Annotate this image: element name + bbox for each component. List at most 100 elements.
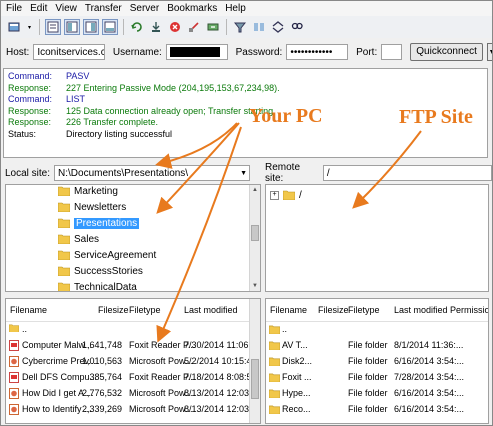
remote-site-path-input[interactable]: / <box>322 165 492 181</box>
column-filetype[interactable]: Filetype <box>348 305 380 315</box>
column-filename[interactable]: Filename <box>10 305 47 315</box>
scroll-up-icon[interactable]: ▲ <box>250 185 260 195</box>
table-row[interactable]: .. <box>266 322 488 337</box>
file-modified: 6/16/2014 3:54:... <box>394 356 465 366</box>
local-site-path: N:\Documents\Presentations\ <box>58 168 189 179</box>
file-name: Dell DFS Compu... <box>22 372 98 382</box>
file-name: .. <box>282 324 288 334</box>
scrollbar-thumb[interactable] <box>251 225 259 241</box>
tree-item-technicaldata[interactable]: TechnicalData <box>58 279 137 291</box>
menu-help[interactable]: Help <box>225 3 246 14</box>
local-site-path-input[interactable]: N:\Documents\Presentations\ ▼ <box>54 165 251 181</box>
folder-icon <box>58 234 70 244</box>
refresh-icon[interactable] <box>129 19 145 35</box>
toolbar-separator <box>123 19 124 35</box>
search-icon[interactable] <box>289 19 305 35</box>
folder-icon <box>268 405 281 415</box>
column-last-modified[interactable]: Last modified <box>184 305 238 315</box>
ppt-icon <box>9 388 19 399</box>
table-row[interactable]: .. <box>6 322 260 337</box>
menu-bookmarks[interactable]: Bookmarks <box>167 3 217 14</box>
expand-icon[interactable]: + <box>270 190 279 200</box>
menu-view[interactable]: View <box>55 3 77 14</box>
file-modified: 6/16/2014 3:54:... <box>394 388 465 398</box>
table-row[interactable]: Reco... File folder 6/16/2014 3:54:... <box>266 402 488 417</box>
menu-edit[interactable]: Edit <box>30 3 47 14</box>
column-last-modified[interactable]: Last modified <box>394 305 448 315</box>
column-filetype[interactable]: Filetype <box>129 305 161 315</box>
menu-server[interactable]: Server <box>130 3 159 14</box>
tree-item-successstories[interactable]: SuccessStories <box>58 263 143 279</box>
port-label: Port: <box>356 46 378 58</box>
site-manager-icon[interactable] <box>6 19 22 35</box>
tree-item-serviceagreement[interactable]: ServiceAgreement <box>58 247 156 263</box>
username-label: Username: <box>112 46 162 58</box>
redacted-username <box>169 47 220 57</box>
ppt-icon <box>9 404 19 415</box>
chevron-down-icon[interactable]: ▼ <box>486 43 492 61</box>
log-label: Response: <box>8 82 52 93</box>
remote-file-list: Filename Filesize Filetype Last modified… <box>265 298 489 424</box>
folder-icon <box>283 190 295 200</box>
column-filesize[interactable]: Filesize <box>318 305 349 315</box>
menu-file[interactable]: File <box>6 3 22 14</box>
process-queue-icon[interactable] <box>148 19 164 35</box>
compare-directories-icon[interactable] <box>251 19 267 35</box>
synchronized-browsing-icon[interactable] <box>270 19 286 35</box>
local-file-list-header: Filename Filesize Filetype Last modified <box>6 299 260 322</box>
column-filesize[interactable]: Filesize <box>98 305 129 315</box>
tree-item-marketing[interactable]: Marketing <box>58 185 118 199</box>
toggle-log-icon[interactable] <box>45 19 61 35</box>
table-row[interactable]: How Did I get A ... 2,776,532 Microsoft Po… <box>6 386 260 401</box>
local-file-list-scrollbar[interactable] <box>249 299 260 423</box>
port-input[interactable] <box>381 44 403 60</box>
file-type: Microsoft Pow... <box>129 356 193 366</box>
tree-item-sales[interactable]: Sales <box>58 231 99 247</box>
table-row[interactable]: Computer Malw... 1,641,748 Foxit Reader P.… <box>6 338 260 353</box>
table-row[interactable]: Foxit ... File folder 7/28/2014 3:54:... <box>266 370 488 385</box>
password-input[interactable]: •••••••••••• <box>286 44 349 60</box>
folder-open-icon <box>58 218 70 228</box>
scrollbar-thumb[interactable] <box>251 359 259 399</box>
log-text: 125 Data connection already open; Transf… <box>66 105 276 116</box>
pdf-icon <box>9 372 19 383</box>
table-row[interactable]: Hype... File folder 6/16/2014 3:54:... <box>266 386 488 401</box>
file-size: 1,641,748 <box>81 340 122 350</box>
column-permissions[interactable]: Permissions <box>450 305 488 315</box>
local-directory-tree: Marketing Newsletters Presentations Sale… <box>5 184 261 292</box>
host-input[interactable]: Iconitservices.com <box>33 44 105 60</box>
host-label: Host: <box>6 46 30 58</box>
log-text: Directory listing successful <box>66 128 173 139</box>
file-name: Hype... <box>282 388 311 398</box>
log-row: Command: PASV <box>8 71 483 83</box>
file-modified: 6/16/2014 3:54:... <box>394 404 465 414</box>
file-type: File folder <box>348 356 388 366</box>
chevron-down-icon[interactable]: ▼ <box>240 166 247 180</box>
tree-item-newsletters[interactable]: Newsletters <box>58 199 126 215</box>
table-row[interactable]: How to Identify ... 2,339,269 Microsoft Po… <box>6 402 260 417</box>
menu-transfer[interactable]: Transfer <box>85 3 122 14</box>
tree-item-root-label: / <box>299 189 302 201</box>
remote-site-label: Remote site: <box>265 162 301 184</box>
log-label: Response: <box>8 117 52 127</box>
disconnect-icon[interactable] <box>186 19 202 35</box>
table-row[interactable]: Disk2... File folder 6/16/2014 3:54:... <box>266 354 488 369</box>
tree-item-root[interactable]: + / <box>270 187 302 203</box>
log-label: Status: <box>8 128 37 139</box>
username-input[interactable] <box>165 44 228 60</box>
column-filename[interactable]: Filename <box>270 305 307 315</box>
table-row[interactable]: Cybercrime Prev... 1,010,563 Microsoft Pow… <box>6 354 260 369</box>
directory-listing-filters-icon[interactable] <box>232 19 248 35</box>
table-row[interactable]: Dell DFS Compu... 385,764 Foxit Reader P..… <box>6 370 260 385</box>
toggle-queue-icon[interactable] <box>102 19 118 35</box>
cancel-operation-icon[interactable] <box>167 19 183 35</box>
tree-item-presentations[interactable]: Presentations <box>58 215 140 231</box>
table-row[interactable]: AV T... File folder 8/1/2014 11:36:... <box>266 338 488 353</box>
quickconnect-button[interactable]: Quickconnect <box>410 43 483 61</box>
reconnect-icon[interactable] <box>205 19 221 35</box>
toggle-remote-tree-icon[interactable] <box>83 19 99 35</box>
local-tree-scrollbar[interactable]: ▲ ▼ <box>249 185 260 291</box>
scroll-down-icon[interactable]: ▼ <box>250 281 260 291</box>
dropdown-arrow-icon[interactable]: ▾ <box>25 19 34 35</box>
toggle-local-tree-icon[interactable] <box>64 19 80 35</box>
